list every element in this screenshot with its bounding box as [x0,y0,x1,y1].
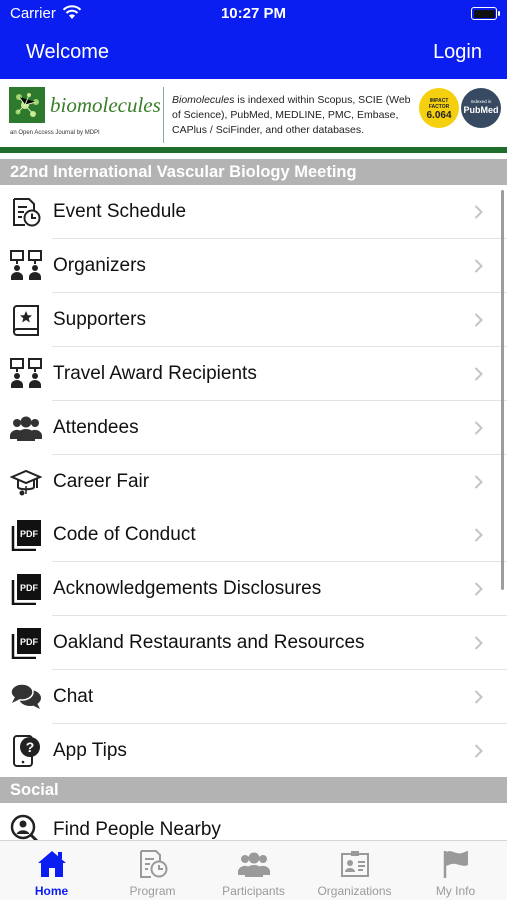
journal-logo-text: biomolecules [50,93,161,117]
help-icon: ? [13,735,40,767]
chevron-right-icon [474,636,483,650]
tab-organizations[interactable]: Organizations [304,841,405,900]
journal-logo-subtitle: an Open Access Journal by MDPI [10,130,100,136]
clock: 10:27 PM [220,5,287,22]
tab-label: Organizations [317,884,392,898]
menu-item-label: Find People Nearby [53,819,221,840]
impact-factor-badge: IMPACT FACTOR 6.064 [419,88,459,128]
menu-item-label: Travel Award Recipients [53,363,257,384]
login-button[interactable]: Login [433,41,482,64]
tab-program[interactable]: Program [102,841,203,900]
menu-item-label: Event Schedule [53,201,187,222]
schedule-icon [13,198,41,227]
pubmed-label: PubMed [463,105,499,115]
chevron-right-icon [474,744,483,758]
journal-banner[interactable]: biomolecules an Open Access Journal by M… [0,79,507,153]
impact-factor-label: IMPACT FACTOR [428,98,450,110]
menu-item-supporters[interactable]: Supporters [0,293,507,347]
menu-item-career-fair[interactable]: Career Fair [0,455,507,509]
tab-label: Program [129,884,176,898]
tab-home[interactable]: Home [1,841,102,900]
menu-item-label: Organizers [53,255,146,276]
supporters-icon [13,305,39,336]
journal-name: Biomolecules [172,94,235,106]
attendees-icon [10,416,42,441]
page-title: Welcome [26,41,109,63]
menu-item-label: App Tips [53,740,127,761]
battery-icon [471,7,500,20]
home-icon [38,851,66,877]
banner-divider [163,87,164,143]
menu-item-organizers[interactable]: Organizers [0,239,507,293]
pdf-icon: PDF [11,520,41,551]
svg-text:?: ? [26,739,35,755]
award-recipients-icon [10,358,42,388]
menu-item-app-tips[interactable]: ? App Tips [0,724,507,778]
scrollbar[interactable] [501,190,504,590]
tab-label: Home [34,884,69,898]
chevron-right-icon [474,313,483,327]
menu-item-label: Attendees [53,417,139,438]
menu-item-oakland-restaurants[interactable]: PDF Oakland Restaurants and Resources [0,616,507,670]
chevron-right-icon [474,582,483,596]
chevron-right-icon [474,259,483,273]
tab-participants[interactable]: Participants [203,841,304,900]
organizations-icon [341,851,369,877]
participants-icon [238,852,270,877]
menu-item-code-of-conduct[interactable]: PDF Code of Conduct [0,508,507,562]
menu-item-chat[interactable]: Chat [0,670,507,724]
banner-description: Biomolecules is indexed within Scopus, S… [172,93,418,138]
chevron-right-icon [474,205,483,219]
menu-item-acknowledgements-disclosures[interactable]: PDF Acknowledgements Disclosures [0,562,507,616]
menu-item-label: Supporters [53,309,146,330]
chevron-right-icon [474,367,483,381]
chat-icon [10,683,41,709]
svg-text:PDF: PDF [20,583,39,593]
menu-item-attendees[interactable]: Attendees [0,401,507,455]
pdf-icon: PDF [11,574,41,605]
menu-item-event-schedule[interactable]: Event Schedule [0,185,507,239]
chevron-right-icon [474,475,483,489]
tab-label: My Info [435,884,476,898]
menu-item-label: Chat [53,686,94,707]
chevron-right-icon [474,690,483,704]
svg-text:PDF: PDF [20,637,39,647]
chevron-right-icon [474,528,483,542]
menu-item-label: Oakland Restaurants and Resources [53,632,365,653]
menu-item-label: Acknowledgements Disclosures [53,578,322,599]
tab-bar: Home Program Participants Organizations [0,840,507,900]
pubmed-badge: Indexed in PubMed [461,88,501,128]
menu-item-label: Career Fair [53,471,150,492]
section-header-meeting: 22nd International Vascular Biology Meet… [0,159,507,185]
menu-item-label: Code of Conduct [53,524,196,545]
tab-label: Participants [222,884,285,898]
navigation-bar: Carrier 10:27 PM Welcome Login [0,0,507,79]
impact-factor-value: 6.064 [426,110,452,121]
status-bar: Carrier 10:27 PM [0,0,507,28]
biomolecules-logo-icon [9,87,45,123]
svg-text:PDF: PDF [20,529,39,539]
program-icon [140,850,168,878]
flag-icon [443,851,468,878]
tab-my-info[interactable]: My Info [405,841,506,900]
pdf-icon: PDF [11,628,41,659]
organizers-icon [10,250,42,280]
chevron-right-icon [474,421,483,435]
menu-item-travel-award-recipients[interactable]: Travel Award Recipients [0,347,507,401]
section-header-social: Social [0,777,507,803]
graduation-cap-icon [10,469,42,496]
